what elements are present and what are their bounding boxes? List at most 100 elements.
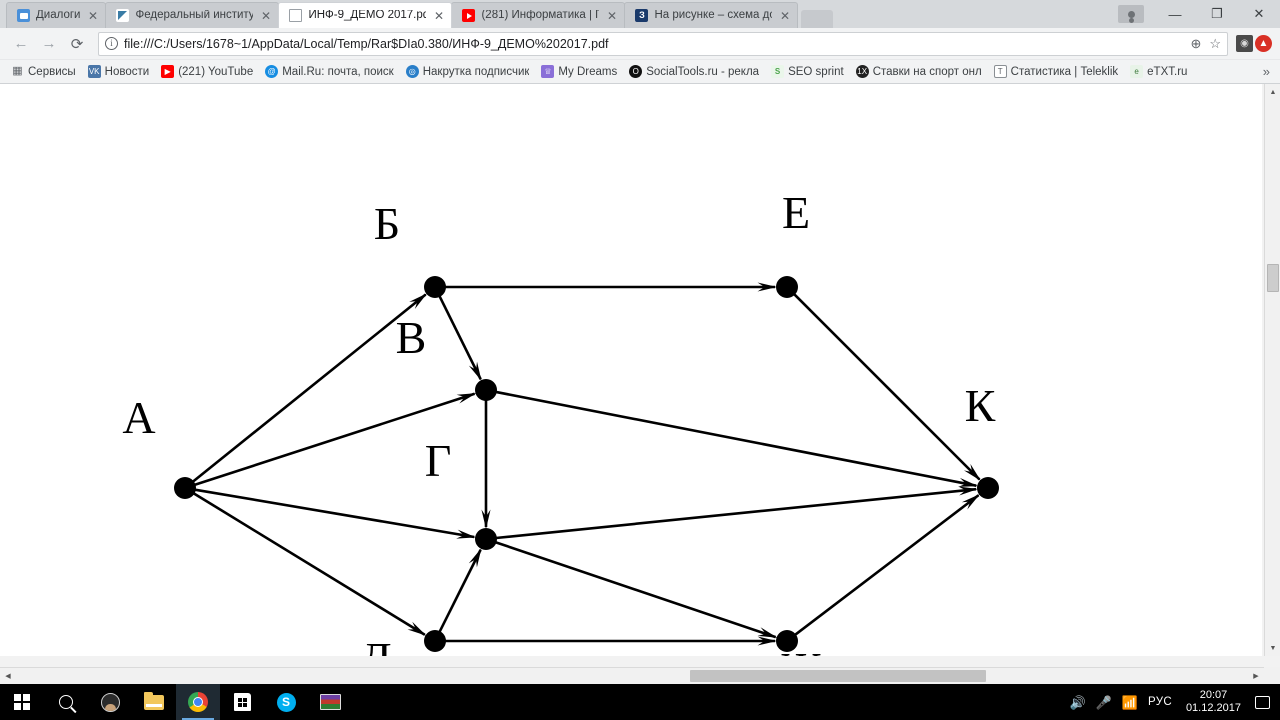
- bookmark-my-dreams[interactable]: ♕ My Dreams: [536, 63, 622, 80]
- window-controls: — ❐ ✕: [1118, 0, 1280, 28]
- bookmarks-overflow-icon[interactable]: »: [1263, 64, 1274, 79]
- graph-edge-G-ZH: [495, 540, 777, 639]
- microphone-muted-icon[interactable]: 🎤: [1096, 696, 1112, 709]
- back-button[interactable]: ←: [8, 31, 34, 57]
- youtube-icon: [462, 9, 476, 22]
- scroll-up-icon[interactable]: ▲: [1265, 84, 1280, 100]
- extension-dark-icon[interactable]: ◉: [1236, 35, 1253, 52]
- bookmark-servisy[interactable]: ▦ Сервисы: [6, 63, 81, 80]
- graph-node-label-V: В: [396, 312, 427, 363]
- address-bar[interactable]: i file:///C:/Users/1678~1/AppData/Local/…: [98, 31, 1228, 56]
- tab-close-icon[interactable]: ✕: [86, 10, 99, 22]
- graph-edge-A-B: [191, 293, 427, 483]
- bookmark-label: My Dreams: [558, 65, 618, 78]
- search-icon: [59, 695, 73, 709]
- bookmark-socialtools[interactable]: O SocialTools.ru - рекла: [624, 63, 764, 80]
- horizontal-scroll-thumb[interactable]: [690, 670, 986, 682]
- tab-informatika-youtube[interactable]: (281) Информатика | По ✕: [451, 2, 626, 28]
- taskbar-search[interactable]: [44, 684, 88, 720]
- graph-node-A: [174, 477, 196, 499]
- tab-close-icon[interactable]: ✕: [778, 10, 791, 22]
- scroll-down-icon[interactable]: ▼: [1265, 640, 1280, 656]
- store-icon: [233, 693, 251, 711]
- tab-dialogi[interactable]: Диалоги ✕: [6, 2, 107, 28]
- graph-edge-ZH-K: [794, 494, 980, 636]
- chrome-browser-window: Диалоги ✕ Федеральный институт ✕ ИНФ-9_Д…: [0, 0, 1280, 684]
- bookmark-label: Статистика | Teleklik: [1010, 65, 1119, 78]
- bookmark-star-icon[interactable]: ☆: [1209, 36, 1221, 52]
- 1x-icon: 1X: [855, 65, 869, 78]
- tab-close-icon[interactable]: ✕: [259, 10, 272, 22]
- graph-edge-A-G: [194, 488, 475, 539]
- graph-node-label-ZH: Ж: [780, 643, 822, 656]
- bookmark-seo-sprint[interactable]: S SEO sprint: [766, 63, 849, 80]
- bookmark-label: SocialTools.ru - рекла: [646, 65, 760, 78]
- taskbar-microsoft-store[interactable]: [220, 684, 264, 720]
- tab-inf9-demo-pdf[interactable]: ИНФ-9_ДЕМО 2017.pdf ✕: [278, 2, 453, 28]
- tab-title: ИНФ-9_ДЕМО 2017.pdf: [308, 9, 427, 21]
- bookmark-statistika[interactable]: T Статистика | Teleklik: [989, 63, 1123, 80]
- wifi-icon[interactable]: 📶: [1122, 696, 1138, 709]
- pdf-viewer: А Б В Г Д Е Ж К ▲ ▼ ◀ ▶: [0, 84, 1280, 684]
- graph-node-B: [424, 276, 446, 298]
- circle-blue-icon: ◎: [405, 65, 419, 78]
- clock[interactable]: 20:07 01.12.2017: [1182, 689, 1245, 715]
- graph-node-V: [475, 379, 497, 401]
- directed-graph-diagram: А Б В Г Д Е Ж К: [122, 187, 999, 656]
- extension-red-icon[interactable]: ▲: [1255, 35, 1272, 52]
- language-indicator[interactable]: РУС: [1148, 696, 1172, 708]
- start-button[interactable]: [0, 684, 44, 720]
- address-bar-url: file:///C:/Users/1678~1/AppData/Local/Te…: [124, 36, 609, 51]
- taskbar-skype[interactable]: S: [264, 684, 308, 720]
- graph-node-K: [977, 477, 999, 499]
- vertical-scroll-thumb[interactable]: [1267, 264, 1279, 292]
- tab-close-icon[interactable]: ✕: [432, 10, 445, 22]
- notification-center-icon[interactable]: [1255, 695, 1270, 709]
- seosprint-icon: S: [771, 65, 785, 78]
- graph-edge-G-K: [495, 487, 977, 540]
- bookmark-stavki[interactable]: 1X Ставки на спорт онл: [851, 63, 987, 80]
- tab-fipi[interactable]: Федеральный институт ✕: [105, 2, 280, 28]
- horizontal-scrollbar[interactable]: ◀ ▶: [0, 667, 1280, 684]
- graph-edge-B-V: [438, 295, 482, 380]
- tab-na-risunke-shema[interactable]: З На рисунке – схема дор ✕: [624, 2, 799, 28]
- site-info-icon[interactable]: i: [105, 37, 118, 50]
- scroll-right-icon[interactable]: ▶: [1248, 668, 1264, 684]
- windows-taskbar: S 🔊 🎤 📶 РУС 20:07 01.12.2017: [0, 684, 1280, 720]
- graph-node-label-K: К: [965, 380, 996, 431]
- bookmark-youtube[interactable]: ▶ (221) YouTube: [156, 63, 258, 80]
- bookmark-label: Mail.Ru: почта, поиск: [282, 65, 394, 78]
- minimize-button[interactable]: —: [1154, 0, 1196, 28]
- purple-square-icon: ♕: [541, 65, 555, 78]
- forward-button[interactable]: →: [36, 31, 62, 57]
- vertical-scrollbar[interactable]: ▲ ▼: [1264, 84, 1280, 656]
- scroll-left-icon[interactable]: ◀: [0, 668, 16, 684]
- youtube-icon: ▶: [161, 65, 175, 78]
- taskbar-chrome[interactable]: [176, 684, 220, 720]
- maximize-button[interactable]: ❐: [1196, 0, 1238, 28]
- new-tab-button[interactable]: [801, 10, 834, 28]
- speaker-icon[interactable]: 🔊: [1069, 696, 1085, 709]
- reload-button[interactable]: ⟳: [64, 31, 90, 57]
- graph-arrowhead-A-D: [407, 621, 427, 636]
- profile-avatar-icon[interactable]: [1118, 5, 1144, 23]
- bookmark-etxt[interactable]: e eTXT.ru: [1125, 63, 1192, 80]
- browser-toolbar: ← → ⟳ i file:///C:/Users/1678~1/AppData/…: [0, 28, 1280, 60]
- close-button[interactable]: ✕: [1238, 0, 1280, 28]
- graph-arrowhead-D-G: [468, 547, 482, 568]
- tab-title: На рисунке – схема дор: [654, 9, 773, 21]
- bookmark-label: Сервисы: [28, 65, 76, 78]
- etxt-icon: e: [1130, 65, 1144, 78]
- bookmark-novosti[interactable]: VK Новости: [83, 63, 155, 80]
- taskbar-winrar[interactable]: [308, 684, 352, 720]
- bookmarks-bar: ▦ Сервисы VK Новости ▶ (221) YouTube @ M…: [0, 60, 1280, 84]
- omnibox-actions: ⊕ ☆: [1182, 36, 1221, 52]
- zoom-icon[interactable]: ⊕: [1190, 36, 1201, 52]
- bookmark-mailru[interactable]: @ Mail.Ru: почта, поиск: [260, 63, 399, 80]
- tab-close-icon[interactable]: ✕: [605, 10, 618, 22]
- taskbar-file-explorer[interactable]: [132, 684, 176, 720]
- bookmark-nakrutka[interactable]: ◎ Накрутка подписчик: [401, 63, 535, 80]
- taskbar-cortana[interactable]: [88, 684, 132, 720]
- clock-time: 20:07: [1199, 689, 1228, 701]
- socialtools-icon: O: [629, 65, 643, 78]
